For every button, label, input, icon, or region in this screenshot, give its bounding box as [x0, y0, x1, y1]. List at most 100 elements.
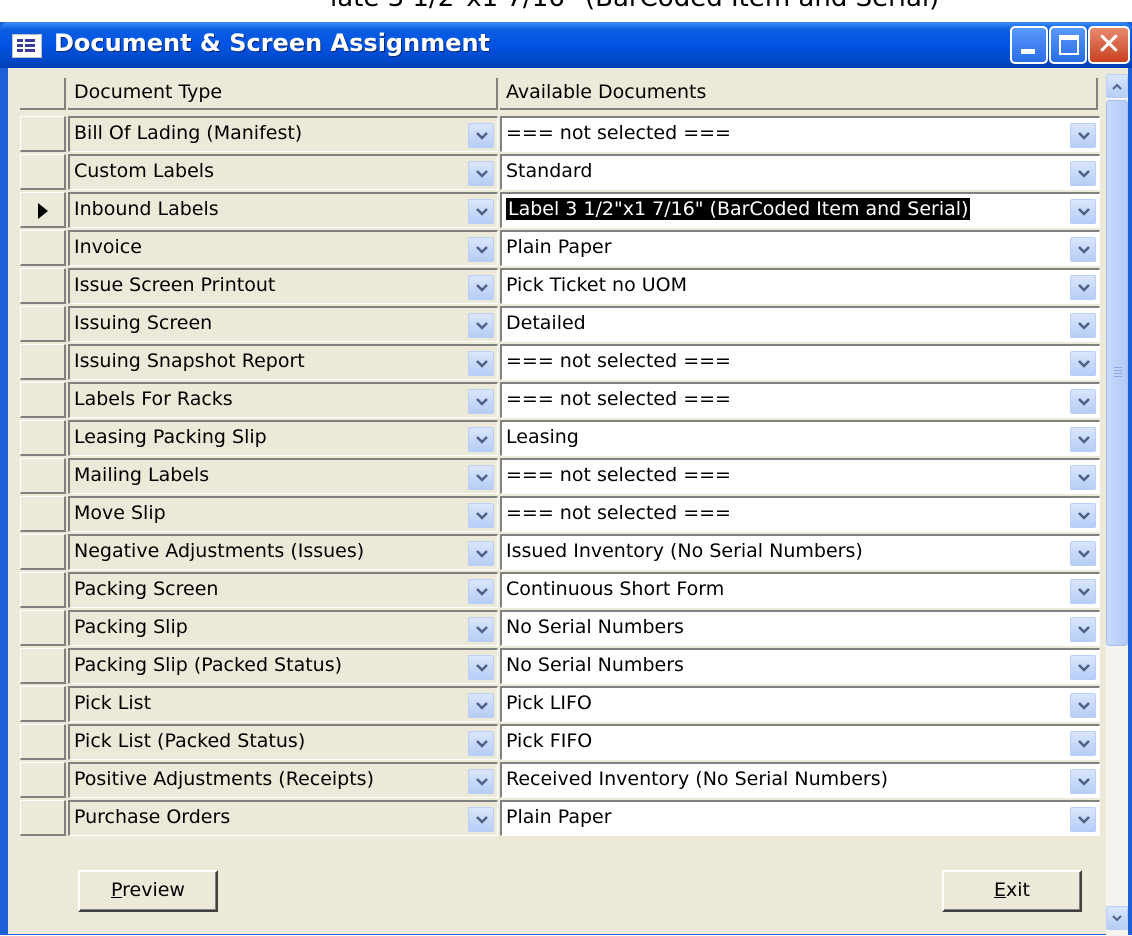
form-icon[interactable] [12, 34, 42, 58]
record-selector[interactable] [20, 686, 66, 722]
document-type-combo[interactable]: Labels For Racks [68, 382, 498, 418]
available-documents-combo[interactable]: Received Inventory (No Serial Numbers) [500, 762, 1100, 798]
available-documents-combo[interactable]: No Serial Numbers [500, 648, 1100, 684]
document-type-combo[interactable]: Mailing Labels [68, 458, 498, 494]
dropdown-button[interactable] [468, 199, 494, 224]
dropdown-button[interactable] [468, 275, 494, 300]
available-documents-combo[interactable]: === not selected === [500, 496, 1100, 532]
dropdown-button[interactable] [468, 731, 494, 756]
dropdown-button[interactable] [1070, 693, 1096, 718]
column-header-available-documents[interactable]: Available Documents [500, 78, 1098, 110]
document-type-combo[interactable]: Packing Slip [68, 610, 498, 646]
dropdown-button[interactable] [1070, 617, 1096, 642]
document-type-combo[interactable]: Pick List [68, 686, 498, 722]
available-documents-combo[interactable]: Pick FIFO [500, 724, 1100, 760]
dropdown-button[interactable] [1070, 541, 1096, 566]
dropdown-button[interactable] [468, 313, 494, 338]
record-selector[interactable] [20, 724, 66, 760]
record-selector[interactable] [20, 458, 66, 494]
record-selector[interactable] [20, 572, 66, 608]
scroll-thumb[interactable] [1106, 100, 1128, 646]
document-type-combo[interactable]: Negative Adjustments (Issues) [68, 534, 498, 570]
available-documents-combo[interactable]: Pick LIFO [500, 686, 1100, 722]
available-documents-combo[interactable]: Plain Paper [500, 230, 1100, 266]
dropdown-button[interactable] [1070, 655, 1096, 680]
available-documents-combo[interactable]: === not selected === [500, 458, 1100, 494]
dropdown-button[interactable] [468, 161, 494, 186]
document-type-combo[interactable]: Leasing Packing Slip [68, 420, 498, 456]
record-selector[interactable] [20, 192, 66, 228]
document-type-combo[interactable]: Issuing Snapshot Report [68, 344, 498, 380]
dropdown-button[interactable] [468, 503, 494, 528]
dropdown-button[interactable] [1070, 389, 1096, 414]
dropdown-button[interactable] [468, 351, 494, 376]
available-documents-combo[interactable]: Label 3 1/2"x1 7/16" (BarCoded Item and … [500, 192, 1100, 228]
dropdown-button[interactable] [1070, 503, 1096, 528]
scroll-up-button[interactable] [1106, 74, 1128, 98]
record-selector[interactable] [20, 230, 66, 266]
preview-button[interactable]: Preview [78, 870, 218, 912]
document-type-combo[interactable]: Pick List (Packed Status) [68, 724, 498, 760]
document-type-combo[interactable]: Invoice [68, 230, 498, 266]
document-type-combo[interactable]: Move Slip [68, 496, 498, 532]
header-record-selector[interactable] [20, 78, 66, 110]
available-documents-combo[interactable]: Plain Paper [500, 800, 1100, 836]
dropdown-button[interactable] [468, 123, 494, 148]
dropdown-button[interactable] [1070, 199, 1096, 224]
scroll-down-button[interactable] [1106, 906, 1128, 930]
available-documents-combo[interactable]: Issued Inventory (No Serial Numbers) [500, 534, 1100, 570]
dropdown-button[interactable] [468, 541, 494, 566]
dropdown-button[interactable] [1070, 237, 1096, 262]
record-selector[interactable] [20, 306, 66, 342]
maximize-button[interactable] [1049, 26, 1087, 64]
available-documents-combo[interactable]: Standard [500, 154, 1100, 190]
dropdown-button[interactable] [1070, 275, 1096, 300]
record-selector[interactable] [20, 344, 66, 380]
record-selector[interactable] [20, 154, 66, 190]
record-selector[interactable] [20, 610, 66, 646]
document-type-combo[interactable]: Custom Labels [68, 154, 498, 190]
available-documents-combo[interactable]: Continuous Short Form [500, 572, 1100, 608]
close-button[interactable]: ✕ [1088, 26, 1130, 64]
dropdown-button[interactable] [468, 579, 494, 604]
dropdown-button[interactable] [1070, 161, 1096, 186]
dropdown-button[interactable] [1070, 427, 1096, 452]
available-documents-combo[interactable]: No Serial Numbers [500, 610, 1100, 646]
dropdown-button[interactable] [1070, 351, 1096, 376]
dropdown-button[interactable] [1070, 123, 1096, 148]
dropdown-button[interactable] [468, 237, 494, 262]
record-selector[interactable] [20, 382, 66, 418]
available-documents-combo[interactable]: === not selected === [500, 382, 1100, 418]
record-selector[interactable] [20, 268, 66, 304]
record-selector[interactable] [20, 648, 66, 684]
record-selector[interactable] [20, 496, 66, 532]
available-documents-combo[interactable]: === not selected === [500, 344, 1100, 380]
dropdown-button[interactable] [1070, 465, 1096, 490]
dropdown-button[interactable] [1070, 769, 1096, 794]
dropdown-button[interactable] [468, 389, 494, 414]
document-type-combo[interactable]: Inbound Labels [68, 192, 498, 228]
available-documents-combo[interactable]: Leasing [500, 420, 1100, 456]
dropdown-button[interactable] [468, 655, 494, 680]
record-selector[interactable] [20, 534, 66, 570]
dropdown-button[interactable] [468, 807, 494, 832]
column-header-document-type[interactable]: Document Type [68, 78, 498, 110]
record-selector[interactable] [20, 420, 66, 456]
record-selector[interactable] [20, 800, 66, 836]
document-type-combo[interactable]: Packing Slip (Packed Status) [68, 648, 498, 684]
dropdown-button[interactable] [1070, 731, 1096, 756]
title-bar[interactable]: Document & Screen Assignment ✕ [0, 22, 1132, 68]
document-type-combo[interactable]: Bill Of Lading (Manifest) [68, 116, 498, 152]
dropdown-button[interactable] [468, 769, 494, 794]
dropdown-button[interactable] [1070, 807, 1096, 832]
document-type-combo[interactable]: Issue Screen Printout [68, 268, 498, 304]
available-documents-combo[interactable]: Pick Ticket no UOM [500, 268, 1100, 304]
dropdown-button[interactable] [1070, 579, 1096, 604]
record-selector[interactable] [20, 762, 66, 798]
document-type-combo[interactable]: Packing Screen [68, 572, 498, 608]
available-documents-combo[interactable]: === not selected === [500, 116, 1100, 152]
dropdown-button[interactable] [468, 617, 494, 642]
document-type-combo[interactable]: Purchase Orders [68, 800, 498, 836]
vertical-scrollbar[interactable] [1106, 74, 1128, 936]
dropdown-button[interactable] [468, 693, 494, 718]
